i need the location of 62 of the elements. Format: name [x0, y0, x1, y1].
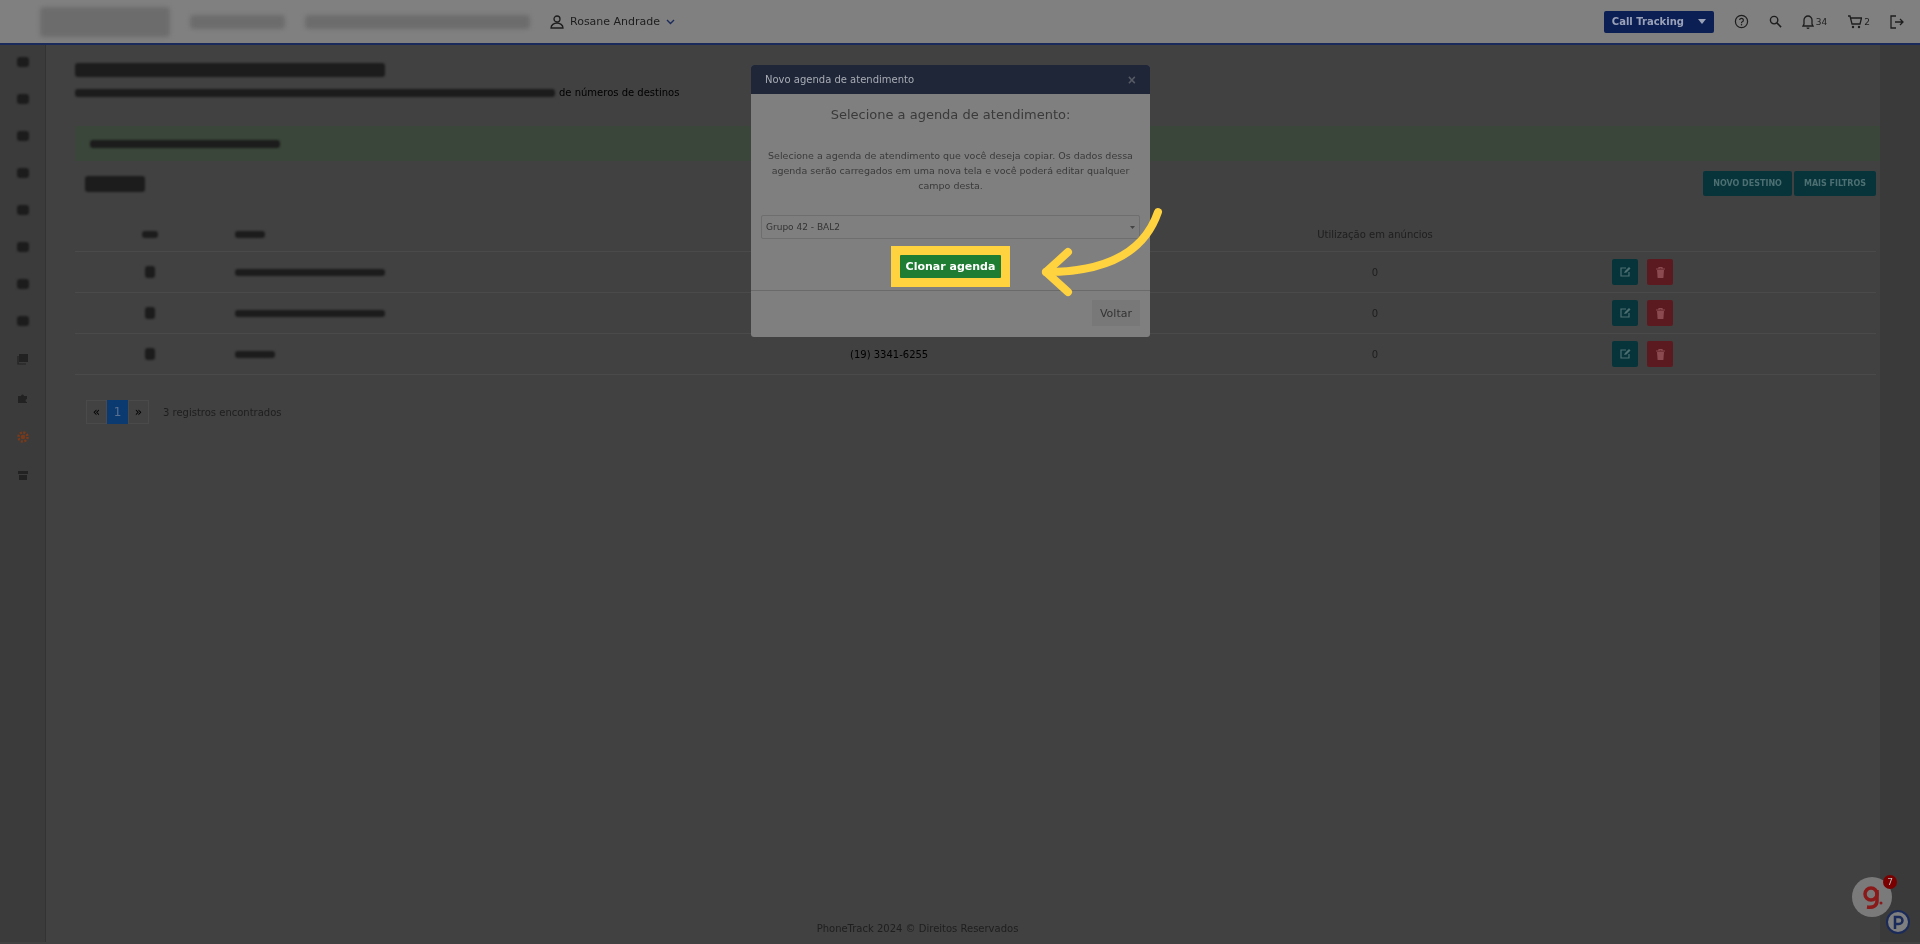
puzzle-icon[interactable]	[16, 392, 29, 404]
user-icon	[550, 14, 564, 29]
blurred-icon[interactable]	[16, 94, 29, 104]
blurred-icon	[145, 266, 155, 278]
blurred-icon[interactable]	[16, 131, 29, 141]
cart-count: 2	[1864, 16, 1870, 27]
caret-icon	[666, 18, 676, 25]
blurred-icon[interactable]	[16, 279, 29, 289]
blurred-icon[interactable]	[16, 242, 29, 252]
user-name: Rosane Andrade	[570, 15, 661, 28]
modal-description: Selecione a agenda de atendimento que você deseja copiar. Os dados dessa agenda serão carregados em uma nova tela e você poderá editar qualquer campo desta.	[767, 149, 1134, 193]
blurred-icon	[145, 307, 155, 319]
trash-icon	[1655, 266, 1665, 278]
notifications-button[interactable]: 34	[1801, 14, 1828, 29]
toolbar-button[interactable]: MAIS FILTROS	[1793, 171, 1876, 196]
delete-button[interactable]	[1647, 300, 1673, 326]
breadcrumb-text: de números de destinos	[559, 87, 680, 98]
edit-icon	[1619, 267, 1631, 277]
schedule-select[interactable]: Grupo 42 - BAL2	[761, 215, 1140, 239]
caret-icon	[1130, 225, 1135, 229]
delete-button[interactable]	[1647, 341, 1673, 367]
edit-button[interactable]	[1612, 341, 1638, 367]
cart-icon	[1847, 14, 1863, 29]
delete-button[interactable]	[1647, 259, 1673, 285]
product-select[interactable]: Call Tracking	[1603, 10, 1714, 33]
blurred-icon[interactable]	[16, 316, 29, 326]
blurred-icon[interactable]	[16, 57, 29, 67]
help-icon[interactable]	[1733, 14, 1749, 29]
toolbar-button[interactable]: NOVO DESTINO	[1703, 171, 1792, 196]
blurred-filter	[85, 175, 145, 192]
blurred-icon[interactable]	[16, 168, 29, 178]
edit-icon	[1619, 308, 1631, 318]
modal-heading: Selecione a agenda de atendimento:	[830, 107, 1071, 122]
chat-widget-icon[interactable]	[1852, 877, 1892, 917]
search-icon[interactable]	[1768, 15, 1782, 28]
book-icon[interactable]	[16, 353, 29, 365]
next-page-button[interactable]: »	[128, 400, 149, 424]
cart-button[interactable]: 2	[1847, 14, 1870, 29]
edit-button[interactable]	[1612, 300, 1638, 326]
blurred-text	[235, 231, 265, 238]
logout-icon[interactable]	[1890, 14, 1904, 29]
clone-button[interactable]: Clonar agenda	[899, 255, 1002, 278]
edit-button[interactable]	[1612, 259, 1638, 285]
trash-icon	[1655, 348, 1665, 360]
store-icon[interactable]	[16, 470, 29, 481]
trash-icon	[1655, 307, 1665, 319]
blurred-text	[235, 350, 275, 358]
edit-icon	[1619, 349, 1631, 359]
user-menu[interactable]: Rosane Andrade	[550, 14, 676, 29]
back-button[interactable]: Voltar	[1091, 300, 1140, 326]
blurred-text	[142, 231, 158, 238]
blurred-icon	[145, 348, 155, 360]
caret-icon	[1697, 19, 1706, 24]
notification-count: 34	[1815, 16, 1828, 27]
page-button[interactable]: 1	[107, 400, 128, 424]
table-cell: (19) 3341-6255	[850, 348, 929, 360]
close-button[interactable]: ×	[1127, 71, 1136, 88]
bell-icon	[1801, 14, 1814, 29]
modal-title: Novo agenda de atendimento	[765, 74, 915, 85]
blurred-icon[interactable]	[16, 205, 29, 215]
previous-page-button[interactable]: «	[86, 400, 107, 424]
gear-icon[interactable]	[16, 431, 29, 443]
